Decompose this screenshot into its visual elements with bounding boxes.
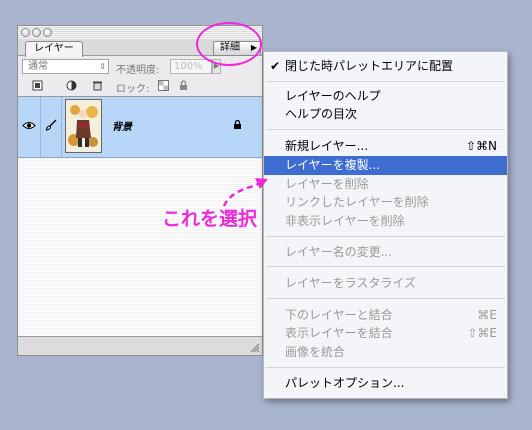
adjustment-layer-icon[interactable] [66, 80, 77, 91]
menu-separator [266, 266, 505, 267]
menu-item-delete-layer[interactable]: レイヤーを削除 [264, 175, 507, 194]
updown-arrows-icon: ⇕ [99, 62, 106, 71]
menu-separator [266, 236, 505, 237]
close-icon[interactable] [21, 28, 30, 37]
menu-separator [266, 129, 505, 130]
menu-item-rasterize-layer[interactable]: レイヤーをラスタライズ [264, 274, 507, 293]
menu-separator [266, 298, 505, 299]
menu-separator [266, 81, 505, 82]
layer-row[interactable]: 背景 [18, 97, 262, 158]
tab-layers[interactable]: レイヤー [25, 41, 83, 57]
layer-lock-icon [234, 120, 241, 129]
menu-item-layers-help[interactable]: レイヤーのヘルプ [264, 87, 507, 106]
minimize-icon[interactable] [32, 28, 41, 37]
lock-transparency-icon[interactable] [158, 80, 169, 91]
layer-link-cell[interactable] [41, 97, 62, 157]
menu-item-rename-layer[interactable]: レイヤー名の変更... [264, 243, 507, 262]
zoom-icon[interactable] [43, 28, 52, 37]
resize-grip-icon[interactable] [248, 341, 260, 353]
menu-item-help-contents[interactable]: ヘルプの目次 [264, 105, 507, 124]
highlight-circle [196, 22, 262, 66]
checkmark-icon: ✔ [270, 59, 281, 73]
palette-flyout-menu: ✔ 閉じた時パレットエリアに配置 レイヤーのヘルプ ヘルプの目次 新規レイヤー.… [263, 51, 508, 399]
lock-label: ロック: [116, 84, 150, 95]
lock-row: ロック: [18, 80, 262, 95]
opacity-field[interactable]: 100% [170, 59, 212, 74]
trash-icon[interactable] [92, 80, 103, 91]
blend-mode-value: 通常 [28, 61, 48, 72]
layer-thumbnail[interactable] [65, 99, 102, 153]
menu-item-delete-linked-layers[interactable]: リンクしたレイヤーを削除 [264, 193, 507, 212]
blend-mode-select[interactable]: 通常 ⇕ [22, 59, 109, 74]
menu-item-delete-hidden-layers[interactable]: 非表示レイヤーを削除 [264, 212, 507, 231]
menu-item-flatten-image[interactable]: 画像を統合 [264, 343, 507, 362]
eye-icon [22, 122, 36, 129]
annotation-label: これを選択 [162, 208, 258, 230]
opacity-label: 不透明度: [116, 65, 160, 76]
menu-item-palette-options[interactable]: パレットオプション... [264, 374, 507, 393]
layer-name[interactable]: 背景 [112, 118, 132, 133]
brush-icon [45, 119, 57, 131]
menu-item-merge-down[interactable]: 下のレイヤーと結合 ⌘E [264, 306, 507, 325]
lock-all-icon[interactable] [178, 80, 189, 91]
new-layer-set-icon[interactable] [32, 80, 43, 91]
menu-item-dock-to-palette-well[interactable]: ✔ 閉じた時パレットエリアに配置 [264, 57, 507, 76]
menu-item-new-layer[interactable]: 新規レイヤー... ⇧⌘N [264, 137, 507, 156]
menu-item-merge-visible[interactable]: 表示レイヤーを結合 ⇧⌘E [264, 324, 507, 343]
menu-item-duplicate-layer[interactable]: レイヤーを複製... [264, 156, 507, 175]
layer-visibility-toggle[interactable] [18, 97, 41, 157]
palette-bottom-bar [18, 336, 262, 355]
menu-separator [266, 367, 505, 368]
layer-thumbnail-image [66, 100, 101, 152]
